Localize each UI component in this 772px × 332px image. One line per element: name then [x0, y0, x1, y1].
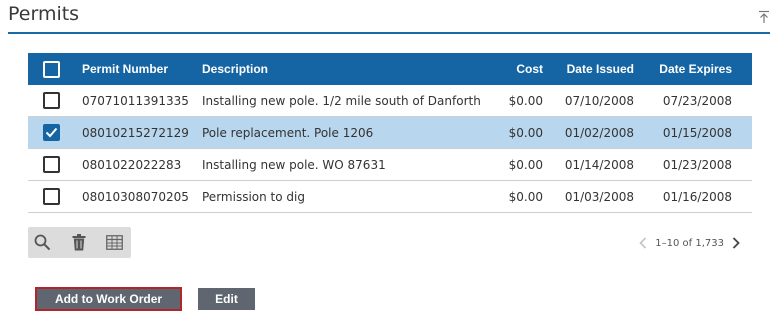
date-expires-cell: 01/15/2008: [662, 125, 732, 140]
permit-number-cell: 08010308070205: [82, 189, 189, 204]
date-issued-cell: 01/03/2008: [564, 189, 634, 204]
column-header-date-issued[interactable]: Date Issued: [563, 53, 634, 85]
permit-number-cell: 08010215272129: [82, 125, 189, 140]
add-to-work-order-button[interactable]: Add to Work Order: [35, 287, 182, 311]
date-issued-cell: 01/02/2008: [564, 125, 634, 140]
cost-cell: $0.00: [508, 157, 543, 172]
table-row[interactable]: 08010308070205 Permission to dig $0.00 0…: [28, 181, 752, 213]
previous-page-icon[interactable]: [637, 236, 649, 250]
panel-header: Permits: [0, 0, 772, 34]
grid-toolbar: [28, 227, 131, 258]
panel-title: Permits: [8, 3, 80, 25]
row-checkbox[interactable]: [43, 188, 60, 205]
cost-cell: $0.00: [508, 93, 543, 108]
cost-cell: $0.00: [508, 189, 543, 204]
date-expires-cell: 01/23/2008: [662, 157, 732, 172]
select-all-checkbox[interactable]: [43, 60, 60, 78]
table-row[interactable]: 07071011391335 Installing new pole. 1/2 …: [28, 85, 752, 117]
row-checkbox[interactable]: [43, 92, 60, 109]
description-cell: Permission to dig: [202, 189, 305, 204]
table-row[interactable]: 0801022022283 Installing new pole. WO 87…: [28, 149, 752, 181]
column-header-permit-number[interactable]: Permit Number: [82, 53, 168, 85]
date-expires-cell: 07/23/2008: [662, 93, 732, 108]
grid-header: Permit Number Description Cost Date Issu…: [28, 53, 752, 85]
next-page-icon[interactable]: [730, 236, 742, 250]
cost-cell: $0.00: [508, 125, 543, 140]
trash-icon[interactable]: [69, 233, 88, 252]
date-issued-cell: 07/10/2008: [564, 93, 634, 108]
page-range: 1–10 of 1,733: [655, 237, 724, 249]
permits-grid: Permit Number Description Cost Date Issu…: [28, 53, 752, 213]
column-header-date-expires[interactable]: Date Expires: [654, 53, 732, 85]
header-divider: [8, 32, 770, 34]
description-cell: Installing new pole. 1/2 mile south of D…: [202, 93, 481, 108]
permit-number-cell: 0801022022283: [82, 157, 182, 172]
pagination: 1–10 of 1,733: [637, 235, 742, 251]
column-header-cost[interactable]: Cost: [503, 53, 543, 85]
checkmark-icon: [45, 127, 58, 138]
table-row[interactable]: 08010215272129 Pole replacement. Pole 12…: [28, 117, 752, 149]
row-checkbox[interactable]: [43, 156, 60, 173]
collapse-icon[interactable]: [758, 10, 770, 24]
permit-number-cell: 07071011391335: [82, 93, 189, 108]
search-icon[interactable]: [33, 233, 52, 252]
row-checkbox[interactable]: [43, 124, 60, 141]
description-cell: Installing new pole. WO 87631: [202, 157, 386, 172]
date-issued-cell: 01/14/2008: [564, 157, 634, 172]
column-header-description[interactable]: Description: [202, 53, 268, 85]
edit-button[interactable]: Edit: [198, 288, 255, 310]
table-icon[interactable]: [105, 233, 124, 252]
description-cell: Pole replacement. Pole 1206: [202, 125, 374, 140]
date-expires-cell: 01/16/2008: [662, 189, 732, 204]
